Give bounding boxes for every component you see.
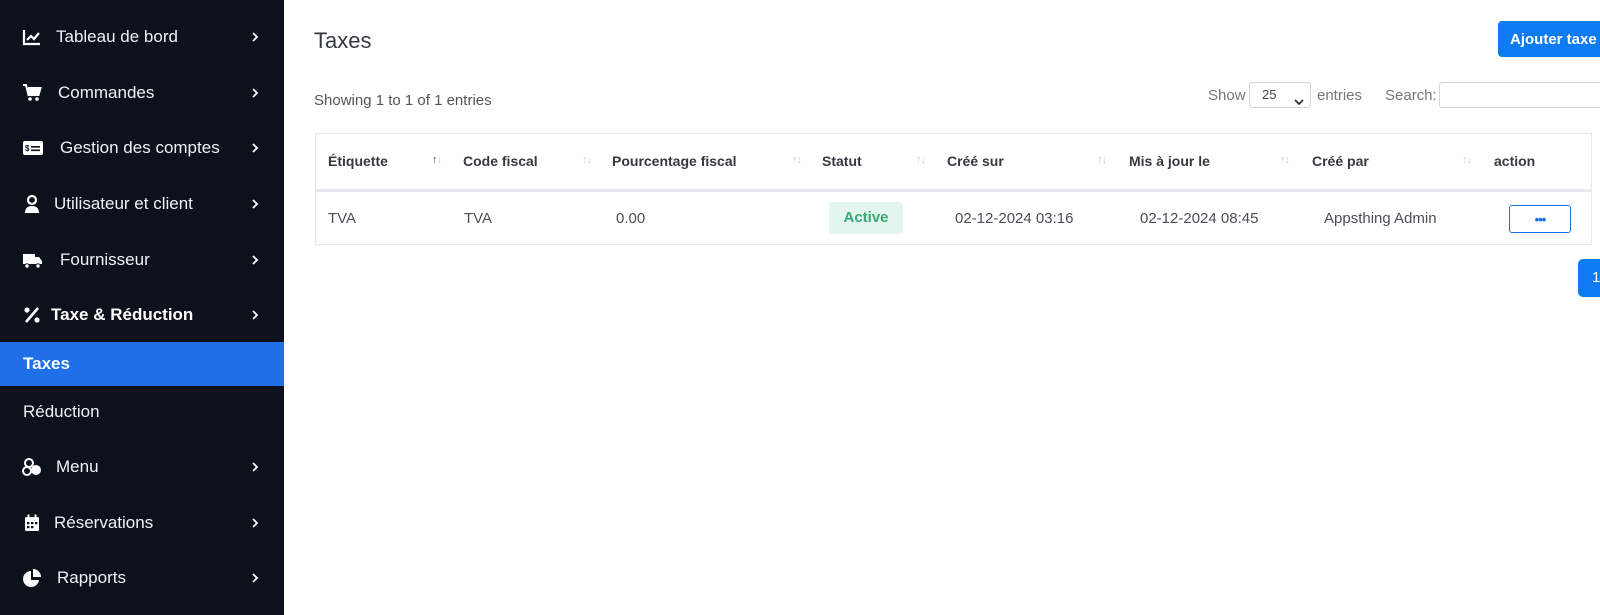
truck-icon	[22, 250, 44, 270]
entries-label: entries	[1317, 87, 1363, 104]
cell-etiquette: TVA	[328, 210, 357, 227]
chevron-right-icon	[250, 573, 260, 583]
cell-code-fiscal: TVA	[464, 210, 493, 227]
taxes-table: Étiquette ↑↓ Code fiscal ↑↓ Pourcentage …	[315, 133, 1592, 245]
sidebar-item-label: Tableau de bord	[56, 27, 178, 46]
chart-line-icon	[22, 27, 42, 47]
add-tax-button[interactable]: Ajouter taxe	[1498, 21, 1600, 57]
chevron-right-icon	[250, 32, 260, 42]
column-header-statut[interactable]: Statut	[822, 153, 862, 169]
sidebar-item-label: Réservations	[54, 513, 154, 532]
money-card-icon: $	[22, 138, 44, 158]
chevron-down-icon	[1294, 91, 1304, 106]
search-input[interactable]	[1439, 82, 1600, 108]
sidebar-item-tableau-de-bord[interactable]: Tableau de bord	[0, 17, 284, 57]
chevron-right-icon	[250, 199, 260, 209]
sort-icon[interactable]: ↑↓	[792, 154, 802, 166]
column-header-cree-par[interactable]: Créé par	[1312, 153, 1369, 169]
sidebar-item-menu[interactable]: Menu	[0, 447, 284, 487]
sidebar-item-label: Rapports	[57, 568, 126, 587]
percent-icon	[22, 305, 42, 325]
more-icon: •••	[1534, 211, 1547, 227]
sort-icon[interactable]: ↑↓	[432, 154, 442, 166]
sidebar-item-commandes[interactable]: Commandes	[0, 73, 284, 113]
pagination-page-1[interactable]: 1	[1578, 259, 1600, 297]
cell-cree-par: Appsthing Admin	[1324, 210, 1437, 227]
sidebar: Tableau de bord Commandes $ Gestion des …	[0, 0, 284, 615]
chevron-right-icon	[250, 255, 260, 265]
sidebar-subitem-label: Taxes	[23, 354, 70, 373]
status-badge: Active	[829, 202, 903, 234]
search-label: Search:	[1385, 87, 1437, 104]
user-icon	[22, 194, 42, 214]
sidebar-item-label: Taxe & Réduction	[51, 305, 194, 324]
column-header-pourcentage-fiscal[interactable]: Pourcentage fiscal	[612, 153, 737, 169]
chevron-right-icon	[250, 518, 260, 528]
sort-icon[interactable]: ↑↓	[582, 154, 592, 166]
sidebar-item-utilisateur-et-client[interactable]: Utilisateur et client	[0, 184, 284, 224]
sidebar-item-label: Utilisateur et client	[54, 194, 193, 213]
sidebar-item-label: Fournisseur	[60, 250, 150, 269]
page-size-select[interactable]: 25	[1249, 82, 1311, 108]
sidebar-subitem-label: Réduction	[23, 402, 100, 421]
column-header-mis-a-jour-le[interactable]: Mis à jour le	[1129, 153, 1210, 169]
cart-icon	[22, 83, 42, 103]
sort-icon[interactable]: ↑↓	[1280, 154, 1290, 166]
svg-text:$: $	[25, 144, 30, 153]
pie-chart-icon	[22, 568, 42, 588]
sidebar-item-label: Menu	[56, 457, 99, 476]
cell-cree-sur: 02-12-2024 03:16	[955, 210, 1074, 227]
sidebar-item-fournisseur[interactable]: Fournisseur	[0, 240, 284, 280]
chevron-right-icon	[250, 310, 260, 320]
table-header-row: Étiquette ↑↓ Code fiscal ↑↓ Pourcentage …	[316, 134, 1591, 192]
table-row: TVA TVA 0.00 Active 02-12-2024 03:16 02-…	[316, 192, 1591, 244]
row-actions-button[interactable]: •••	[1509, 205, 1571, 233]
column-header-action: action	[1494, 153, 1536, 169]
sort-icon[interactable]: ↑↓	[1097, 154, 1107, 166]
cookie-icon	[22, 457, 42, 477]
calendar-icon	[22, 513, 42, 533]
column-header-code-fiscal[interactable]: Code fiscal	[463, 153, 538, 169]
chevron-right-icon	[250, 88, 260, 98]
entries-info: Showing 1 to 1 of 1 entries	[314, 92, 492, 109]
show-label: Show	[1208, 87, 1246, 104]
column-header-cree-sur[interactable]: Créé sur	[947, 153, 1004, 169]
page-title: Taxes	[314, 28, 372, 53]
sidebar-item-reservations[interactable]: Réservations	[0, 503, 284, 543]
sidebar-item-label: Gestion des comptes	[60, 138, 220, 157]
sidebar-item-label: Commandes	[58, 83, 155, 102]
sort-icon[interactable]: ↑↓	[1462, 154, 1472, 166]
sidebar-item-gestion-des-comptes[interactable]: $ Gestion des comptes	[0, 128, 284, 168]
sidebar-subitem-reduction[interactable]: Réduction	[0, 390, 284, 434]
chevron-right-icon	[250, 143, 260, 153]
page-size-value: 25	[1262, 87, 1277, 102]
sidebar-subitem-taxes[interactable]: Taxes	[0, 342, 284, 386]
cell-mis-a-jour-le: 02-12-2024 08:45	[1140, 210, 1259, 227]
sidebar-item-rapports[interactable]: Rapports	[0, 558, 284, 598]
column-header-etiquette[interactable]: Étiquette	[328, 153, 388, 169]
sidebar-item-taxe-reduction[interactable]: Taxe & Réduction	[0, 295, 284, 335]
cell-pourcentage-fiscal: 0.00	[616, 210, 646, 227]
sort-icon[interactable]: ↑↓	[916, 154, 926, 166]
chevron-right-icon	[250, 462, 260, 472]
